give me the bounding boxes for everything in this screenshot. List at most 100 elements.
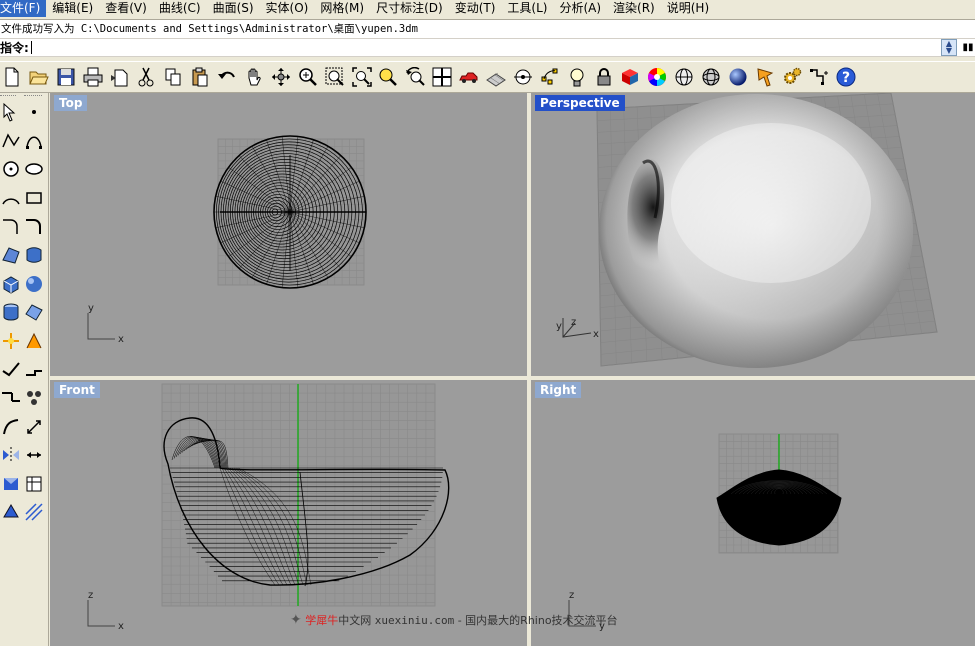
menu-transform[interactable]: 变动(T) bbox=[449, 0, 502, 17]
menu-view[interactable]: 查看(V) bbox=[99, 0, 153, 17]
cplane-icon[interactable] bbox=[484, 65, 508, 89]
scale-icon[interactable] bbox=[23, 416, 45, 438]
svg-text:?: ? bbox=[842, 70, 850, 86]
surface-loft-icon[interactable] bbox=[23, 244, 45, 266]
hatch-icon[interactable] bbox=[23, 501, 45, 523]
axis-label-y: y bbox=[88, 303, 94, 314]
command-input[interactable] bbox=[30, 41, 941, 54]
layer-icon[interactable] bbox=[0, 501, 22, 523]
light-icon[interactable] bbox=[565, 65, 589, 89]
options-gear-icon[interactable] bbox=[780, 65, 804, 89]
undo-icon[interactable] bbox=[215, 65, 239, 89]
curve-points-icon[interactable] bbox=[23, 130, 45, 152]
zoom-icon[interactable] bbox=[296, 65, 320, 89]
menu-mesh[interactable]: 网格(M) bbox=[314, 0, 370, 17]
viewport-title-right[interactable]: Right bbox=[535, 382, 582, 398]
menu-render[interactable]: 渲染(R) bbox=[607, 0, 661, 17]
menu-curve[interactable]: 曲线(C) bbox=[153, 0, 207, 17]
menu-solid[interactable]: 实体(O) bbox=[260, 0, 315, 17]
viewport-title-perspective[interactable]: Perspective bbox=[535, 95, 625, 111]
ellipse-icon[interactable] bbox=[23, 158, 45, 180]
viewport-splitter-horizontal[interactable] bbox=[50, 376, 975, 380]
point-icon[interactable] bbox=[23, 101, 45, 123]
new-file-icon[interactable] bbox=[0, 65, 24, 89]
help-icon[interactable]: ? bbox=[834, 65, 858, 89]
wireframe-sphere-icon[interactable] bbox=[672, 65, 696, 89]
shade-icon[interactable] bbox=[618, 65, 642, 89]
surface-corner-icon[interactable] bbox=[0, 244, 22, 266]
axis-label-y: y bbox=[556, 321, 562, 332]
viewport-splitter-vertical[interactable] bbox=[527, 93, 531, 646]
rotate-view-icon[interactable] bbox=[269, 65, 293, 89]
rectangle-icon[interactable] bbox=[23, 187, 45, 209]
menu-tools[interactable]: 工具(L) bbox=[501, 0, 553, 17]
menu-analyze[interactable]: 分析(A) bbox=[553, 0, 607, 17]
menu-file[interactable]: 文件(F) bbox=[0, 0, 47, 17]
cut-icon[interactable] bbox=[134, 65, 158, 89]
menu-edit[interactable]: 编辑(E) bbox=[46, 0, 99, 17]
color-wheel-icon[interactable] bbox=[645, 65, 669, 89]
import-icon[interactable] bbox=[108, 65, 132, 89]
sphere-icon[interactable] bbox=[23, 273, 45, 295]
circle-icon[interactable] bbox=[0, 158, 22, 180]
box-icon[interactable] bbox=[0, 273, 22, 295]
arc-icon[interactable] bbox=[0, 187, 22, 209]
pencil-icon[interactable] bbox=[753, 65, 777, 89]
viewport-perspective[interactable]: y z x Perspective bbox=[531, 93, 975, 376]
text-icon[interactable] bbox=[0, 473, 22, 495]
menu-surface[interactable]: 曲面(S) bbox=[207, 0, 260, 17]
axis-label-z: z bbox=[88, 590, 93, 601]
dimension-icon[interactable] bbox=[23, 444, 45, 466]
select-icon[interactable] bbox=[0, 101, 22, 123]
trim-icon[interactable] bbox=[0, 358, 22, 380]
copy-icon[interactable] bbox=[161, 65, 185, 89]
palette-grip[interactable] bbox=[24, 95, 42, 99]
cylinder-icon[interactable] bbox=[0, 301, 22, 323]
block-icon[interactable] bbox=[23, 473, 45, 495]
zoom-extents-icon[interactable] bbox=[350, 65, 374, 89]
axis-label-x: x bbox=[118, 334, 124, 345]
polyline-icon[interactable] bbox=[0, 130, 22, 152]
points-on-icon[interactable] bbox=[538, 65, 562, 89]
viewport-top[interactable]: y x Top bbox=[50, 93, 527, 376]
grid-snap-icon[interactable] bbox=[807, 65, 831, 89]
pan-hand-icon[interactable] bbox=[242, 65, 266, 89]
array-icon[interactable] bbox=[23, 387, 45, 409]
axis-indicator bbox=[87, 313, 115, 340]
car-icon[interactable] bbox=[457, 65, 481, 89]
lock-icon[interactable] bbox=[592, 65, 616, 89]
rendered-dish bbox=[599, 94, 913, 368]
extend-icon[interactable] bbox=[23, 358, 45, 380]
menu-help[interactable]: 说明(H) bbox=[661, 0, 715, 17]
four-viewports-icon[interactable] bbox=[430, 65, 454, 89]
print-icon[interactable] bbox=[81, 65, 105, 89]
menu-dimension[interactable]: 尺寸标注(D) bbox=[370, 0, 449, 17]
curve-fillet-icon[interactable] bbox=[23, 215, 45, 237]
viewport-front[interactable]: z x Front bbox=[50, 380, 527, 646]
command-line: 指令: ▲ ▼ ▮▮ bbox=[0, 38, 975, 57]
palette-grip[interactable] bbox=[0, 95, 16, 99]
split-icon[interactable] bbox=[23, 330, 45, 352]
paste-icon[interactable] bbox=[188, 65, 212, 89]
viewport-title-top[interactable]: Top bbox=[54, 95, 88, 111]
fillet-icon[interactable] bbox=[0, 215, 22, 237]
open-file-icon[interactable] bbox=[27, 65, 51, 89]
top-view-scene: y x bbox=[87, 135, 367, 345]
patch-icon[interactable] bbox=[23, 301, 45, 323]
explode-icon[interactable] bbox=[0, 330, 22, 352]
undo-view-icon[interactable] bbox=[403, 65, 427, 89]
join-icon[interactable] bbox=[0, 387, 22, 409]
command-expand-icon[interactable]: ▮▮ bbox=[961, 40, 975, 55]
zoom-window-icon[interactable] bbox=[323, 65, 347, 89]
watermark-url: xuexiniu.com bbox=[374, 614, 455, 627]
zoom-selected-icon[interactable] bbox=[376, 65, 400, 89]
command-history-scroll-icon[interactable]: ▲ ▼ bbox=[941, 39, 957, 56]
render-mesh-icon[interactable] bbox=[699, 65, 723, 89]
move-icon[interactable] bbox=[0, 416, 22, 438]
rendered-sphere-icon[interactable] bbox=[726, 65, 750, 89]
viewport-right[interactable]: z y Right bbox=[531, 380, 975, 646]
save-icon[interactable] bbox=[54, 65, 78, 89]
osnap-icon[interactable] bbox=[511, 65, 535, 89]
viewport-title-front[interactable]: Front bbox=[54, 382, 100, 398]
mirror-icon[interactable] bbox=[0, 444, 22, 466]
